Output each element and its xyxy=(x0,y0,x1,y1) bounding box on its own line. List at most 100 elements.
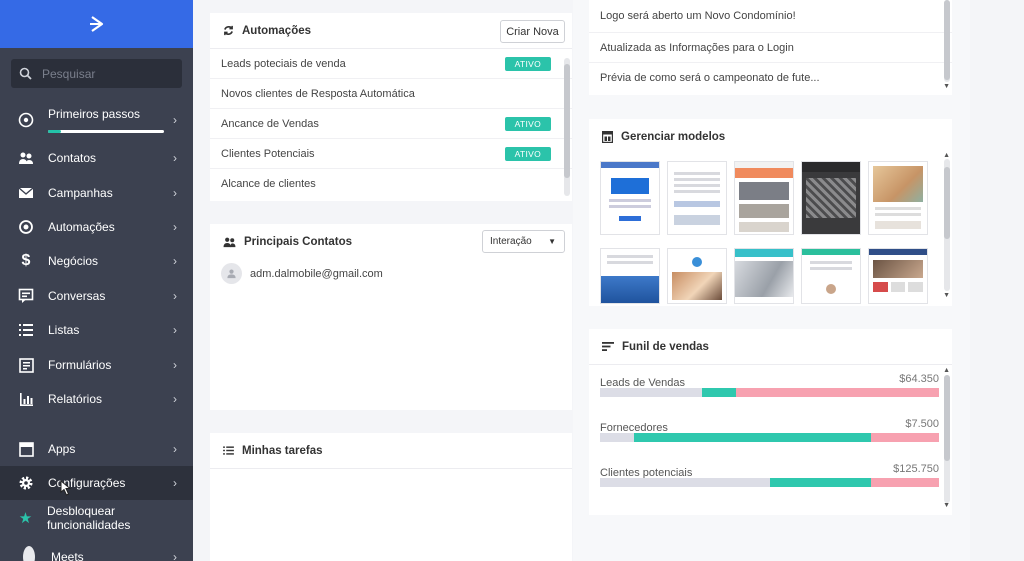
sidebar-item-label: Relatórios xyxy=(48,392,103,406)
funnel-scrollbar[interactable] xyxy=(944,375,950,503)
contacts-sort-select[interactable]: Interação ▼ xyxy=(482,230,565,253)
automation-name: Novos clientes de Resposta Automática xyxy=(221,87,415,100)
sidebar-item-conversas[interactable]: Conversas › xyxy=(0,279,193,313)
sidebar-item-negocios[interactable]: $ Negócios › xyxy=(0,244,193,278)
funnel-bar xyxy=(600,388,939,397)
chevron-right-icon: › xyxy=(173,323,177,337)
list-item[interactable]: Alcance de clientes xyxy=(210,169,572,199)
chevron-right-icon: › xyxy=(173,476,177,490)
list-item[interactable]: Logo será aberto um Novo Condomínio! xyxy=(589,0,952,33)
sidebar-item-campanhas[interactable]: Campanhas › xyxy=(0,176,193,210)
sidebar-item-listas[interactable]: Listas › xyxy=(0,313,193,347)
template-thumbnail[interactable] xyxy=(734,248,794,304)
automation-icon xyxy=(17,218,35,236)
chevron-right-icon: › xyxy=(173,550,177,561)
template-thumbnail[interactable] xyxy=(868,248,928,304)
list-item[interactable]: Leads poteciais de venda ATIVO xyxy=(210,49,572,79)
sidebar-item-label: Listas xyxy=(48,323,80,337)
template-thumbnail[interactable] xyxy=(734,161,794,235)
templates-scrollbar[interactable] xyxy=(944,159,950,291)
list-item[interactable]: Novos clientes de Resposta Automática xyxy=(210,79,572,109)
sidebar-item-meets[interactable]: Meets › xyxy=(0,540,193,561)
automations-scrollbar[interactable] xyxy=(564,58,570,196)
logo-arrow-icon xyxy=(89,16,103,32)
mouse-cursor-icon xyxy=(60,480,72,496)
scrollbar-thumb[interactable] xyxy=(944,167,950,239)
create-automation-button[interactable]: Criar Nova xyxy=(500,20,565,43)
card-title: Principais Contatos xyxy=(244,236,352,248)
template-thumbnail[interactable] xyxy=(600,248,660,304)
sidebar-item-contatos[interactable]: Contatos › xyxy=(0,141,193,175)
tasks-header: Minhas tarefas xyxy=(210,433,572,469)
list-item[interactable]: Prévia de como será o campeonato de fute… xyxy=(589,63,952,93)
update-text: Prévia de como será o campeonato de fute… xyxy=(600,72,820,84)
sidebar-item-configuracoes[interactable]: Configurações › xyxy=(0,466,193,500)
search-input[interactable] xyxy=(42,66,162,81)
contacts-icon xyxy=(17,149,35,167)
chat-icon xyxy=(17,287,35,305)
users-icon xyxy=(223,237,236,247)
funnel-row[interactable]: Clientes potenciais $125.750 xyxy=(600,463,939,487)
sidebar-item-label: Negócios xyxy=(48,254,99,268)
sidebar-item-label: Campanhas xyxy=(48,186,113,200)
funnel-row[interactable]: Fornecedores $7.500 xyxy=(600,418,939,442)
list-item[interactable]: Ancance de Vendas ATIVO xyxy=(210,109,572,139)
scrollbar-thumb[interactable] xyxy=(944,0,950,80)
automation-name: Leads poteciais de venda xyxy=(221,57,346,70)
envelope-icon xyxy=(17,184,35,202)
chevron-right-icon: › xyxy=(173,358,177,372)
funnel-segment-neutral xyxy=(600,388,702,397)
brand-logo[interactable] xyxy=(0,0,193,48)
list-item[interactable]: Clientes Potenciais ATIVO xyxy=(210,139,572,169)
template-thumbnail[interactable] xyxy=(600,161,660,235)
chevron-right-icon: › xyxy=(173,442,177,456)
scrollbar-thumb[interactable] xyxy=(944,375,950,461)
search-box[interactable] xyxy=(11,59,182,88)
contact-email: adm.dalmobile@gmail.com xyxy=(250,267,383,280)
sidebar-item-label: Primeiros passos xyxy=(48,107,141,121)
automations-list: Leads poteciais de venda ATIVO Novos clie… xyxy=(210,49,572,199)
rocket-icon xyxy=(17,111,35,129)
sidebar-item-formularios[interactable]: Formulários › xyxy=(0,348,193,382)
updates-card: Logo será aberto um Novo Condomínio! Atu… xyxy=(589,0,952,95)
sidebar-item-label: Apps xyxy=(48,442,76,456)
template-thumbnail[interactable] xyxy=(801,248,861,304)
sidebar-item-automacoes[interactable]: Automações › xyxy=(0,210,193,244)
card-title: Funil de vendas xyxy=(622,340,709,353)
scrollbar-thumb[interactable] xyxy=(564,64,570,178)
contact-item[interactable]: adm.dalmobile@gmail.com xyxy=(221,263,383,284)
template-thumbnail[interactable] xyxy=(801,161,861,235)
funnel-segment-neutral xyxy=(600,478,770,487)
funnel-bar xyxy=(600,433,939,442)
template-thumbnail[interactable] xyxy=(667,161,727,235)
list-item[interactable]: Atualizada as Informações para o Login xyxy=(589,33,952,63)
scroll-down-icon[interactable]: ▼ xyxy=(943,292,950,299)
template-thumbnail[interactable] xyxy=(667,248,727,304)
refresh-icon xyxy=(224,25,233,36)
funnel-segment-teal xyxy=(769,478,872,487)
scroll-up-icon[interactable]: ▲ xyxy=(943,367,950,374)
gear-icon xyxy=(17,474,35,492)
sales-funnel-header: Funil de vendas xyxy=(589,329,952,365)
sidebar-item-desbloquear[interactable]: ★ Desbloquear funcionalidades xyxy=(0,501,193,535)
chevron-right-icon: › xyxy=(173,220,177,234)
sales-funnel-card: Funil de vendas Leads de Vendas $64.350 … xyxy=(589,329,952,515)
automation-name: Alcance de clientes xyxy=(221,178,316,190)
funnel-row[interactable]: Leads de Vendas $64.350 xyxy=(600,373,939,397)
sidebar-item-label: Desbloquear funcionalidades xyxy=(46,504,131,532)
dollar-icon: $ xyxy=(21,252,31,269)
scroll-down-icon[interactable]: ▼ xyxy=(943,83,950,90)
automations-card: Automações Criar Nova Leads poteciais de… xyxy=(210,13,572,201)
template-thumbnail[interactable] xyxy=(868,161,928,235)
sidebar-item-apps[interactable]: Apps › xyxy=(0,432,193,466)
update-text: Atualizada as Informações para o Login xyxy=(600,41,794,54)
chevron-right-icon: › xyxy=(173,289,177,303)
updates-scrollbar[interactable] xyxy=(944,0,950,82)
scroll-up-icon[interactable]: ▲ xyxy=(943,152,950,159)
sidebar-item-relatorios[interactable]: Relatórios › xyxy=(0,382,193,416)
sidebar-item-label: Meets xyxy=(51,550,84,561)
sidebar-item-primeiros-passos[interactable]: Primeiros passos › xyxy=(0,101,193,139)
scroll-down-icon[interactable]: ▼ xyxy=(943,502,950,509)
chevron-right-icon: › xyxy=(173,113,177,127)
templates-header: Gerenciar modelos xyxy=(589,119,952,155)
